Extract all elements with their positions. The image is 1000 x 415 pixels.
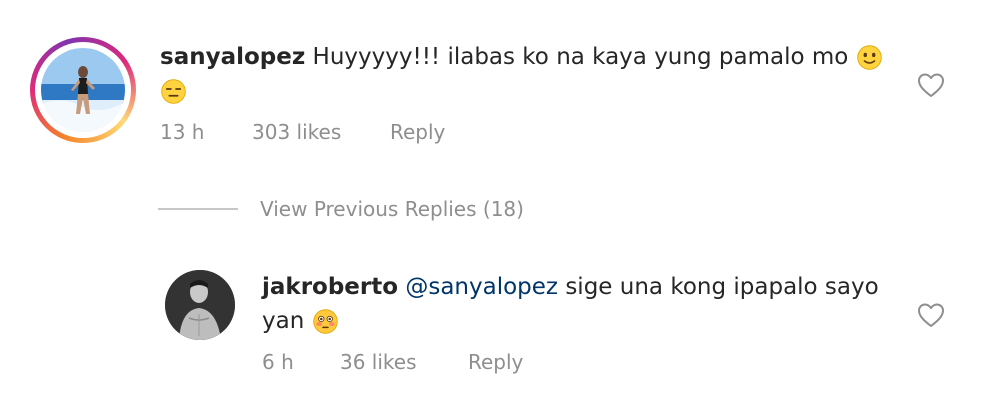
comment-username[interactable]: sanyalopez	[160, 44, 305, 70]
profile-photo-icon	[165, 270, 235, 340]
comment-likes[interactable]: 303 likes	[252, 120, 390, 144]
avatar-jakroberto[interactable]	[165, 270, 235, 340]
reply-username[interactable]: jakroberto	[262, 274, 398, 300]
reply-meta: 6 h 36 likes Reply	[262, 350, 523, 374]
reply-text: sige una kong ipapalo sayo	[558, 274, 879, 300]
comment-time: 13 h	[160, 120, 205, 144]
reply-reply-button[interactable]: Reply	[468, 350, 523, 374]
like-heart-icon[interactable]	[917, 302, 945, 328]
comment-text-line-2	[160, 74, 187, 108]
reply-text-line-1: jakroberto @sanyalopez sige una kong ipa…	[262, 270, 879, 304]
view-previous-replies-label: View Previous Replies (18)	[260, 197, 524, 221]
view-previous-replies-button[interactable]: View Previous Replies (18)	[158, 195, 524, 223]
expressionless-face-emoji	[161, 79, 186, 104]
story-ring-avatar[interactable]	[30, 37, 136, 143]
reply-time: 6 h	[262, 350, 294, 374]
reply-likes[interactable]: 36 likes	[340, 350, 468, 374]
comment-text: Huyyyyy!!! ilabas ko na kaya yung pamalo…	[305, 44, 856, 70]
reply-text-continued: yan	[262, 308, 312, 334]
avatar-ring-gap	[35, 42, 131, 138]
comment-text-line-1: sanyalopez Huyyyyy!!! ilabas ko na kaya …	[160, 40, 883, 74]
beach-photo-icon	[41, 48, 125, 132]
slightly-smiling-face-emoji	[856, 45, 882, 70]
comment-meta: 13 h 303 likes Reply	[160, 120, 445, 144]
avatar-sanyalopez	[41, 48, 125, 132]
comment-sanyalopez: sanyalopez Huyyyyy!!! ilabas ko na kaya …	[0, 0, 1000, 170]
like-heart-icon[interactable]	[917, 72, 945, 98]
flushed-face-emoji	[312, 309, 338, 334]
reply-text-line-2: yan	[262, 304, 339, 338]
comment-reply-button[interactable]: Reply	[390, 120, 445, 144]
reply-mention-link[interactable]: @sanyalopez	[405, 274, 558, 300]
replies-divider-line	[158, 208, 238, 210]
